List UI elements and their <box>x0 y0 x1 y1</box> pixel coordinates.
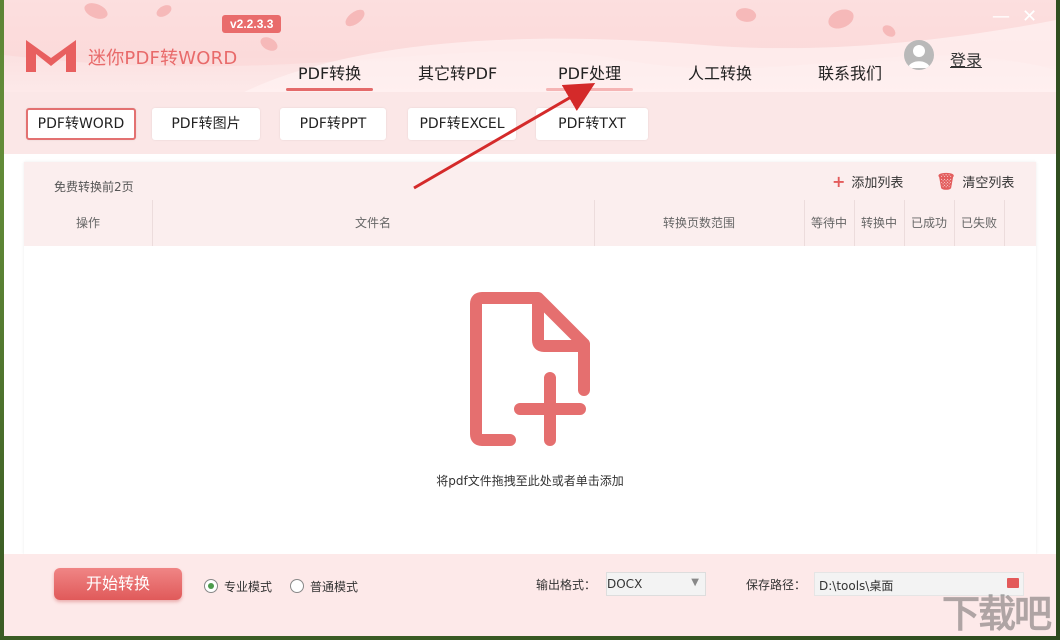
nav-other-to-pdf[interactable]: 其它转PDF <box>418 60 497 84</box>
output-format-label: 输出格式： <box>536 578 597 592</box>
clear-list-label: 清空列表 <box>962 176 1015 191</box>
mode-normal-label: 普通模式 <box>310 580 359 594</box>
subtab-pdf-to-txt[interactable]: PDF转TXT <box>536 108 648 140</box>
close-icon[interactable]: ✕ <box>1022 8 1037 26</box>
column-header-failed: 已失败 <box>960 216 997 230</box>
app-name: 迷你PDF转WORD <box>88 48 238 69</box>
avatar-icon[interactable] <box>904 40 934 70</box>
watermark: 下载吧 <box>941 592 1052 636</box>
output-format-value: DOCX <box>607 577 643 591</box>
subtab-bar: PDF转WORD PDF转图片 PDF转PPT PDF转EXCEL PDF转TX… <box>4 92 1056 154</box>
mode-normal-radio[interactable]: 普通模式 <box>290 578 358 595</box>
nav-contact-us[interactable]: 联系我们 <box>818 60 882 84</box>
mode-pro-radio[interactable]: 专业模式 <box>204 578 272 595</box>
column-header-success: 已成功 <box>910 216 947 230</box>
nav-pdf-convert[interactable]: PDF转换 <box>285 60 374 91</box>
version-badge: v2.2.3.3 <box>222 15 282 33</box>
start-convert-button[interactable]: 开始转换 <box>54 568 182 600</box>
column-header-converting: 转换中 <box>860 216 897 230</box>
window-controls: — ✕ <box>992 8 1042 28</box>
add-file-icon[interactable] <box>468 290 598 452</box>
add-list-label: 添加列表 <box>851 176 904 191</box>
save-path-label: 保存路径： <box>746 578 807 592</box>
nav-pdf-process[interactable]: PDF处理 <box>545 60 634 91</box>
output-format-select[interactable]: DOCX ▼ <box>606 572 706 596</box>
save-path-value: D:\tools\桌面 <box>819 579 894 593</box>
subtab-pdf-to-ppt[interactable]: PDF转PPT <box>280 108 386 140</box>
subtab-pdf-to-image[interactable]: PDF转图片 <box>152 108 260 140</box>
panel-toolbar: 免费转换前2页 + 添加列表 🗑 清空列表 <box>24 162 1036 200</box>
app-window: 迷你PDF转WORD v2.2.3.3 PDF转换 其它转PDF PDF处理 人… <box>4 0 1056 636</box>
subtab-pdf-to-word[interactable]: PDF转WORD <box>26 108 136 140</box>
login-link[interactable]: 登录 <box>950 47 982 71</box>
mode-pro-label: 专业模式 <box>224 580 273 594</box>
radio-unchecked-icon <box>290 579 304 593</box>
header: 迷你PDF转WORD v2.2.3.3 PDF转换 其它转PDF PDF处理 人… <box>4 0 1056 92</box>
table-header: 操作 文件名 转换页数范围 等待中 转换中 已成功 已失败 <box>24 200 1036 247</box>
column-header-waiting: 等待中 <box>810 216 847 230</box>
clear-list-button[interactable]: 🗑 清空列表 <box>936 172 1014 191</box>
column-header-filename: 文件名 <box>354 216 391 230</box>
file-list-panel: 免费转换前2页 + 添加列表 🗑 清空列表 操作 文件名 转换页数范围 等待中 转换… <box>24 162 1036 554</box>
column-header-action: 操作 <box>75 216 100 230</box>
free-note: 免费转换前2页 <box>54 180 134 194</box>
app-logo <box>26 40 76 72</box>
chevron-down-icon: ▼ <box>691 577 699 588</box>
drop-zone[interactable]: 将pdf文件拖拽至此处或者单击添加 <box>24 246 1036 554</box>
nav-manual-convert[interactable]: 人工转换 <box>688 60 752 84</box>
radio-checked-icon <box>204 579 218 593</box>
add-list-button[interactable]: + 添加列表 <box>832 172 903 191</box>
minimize-icon[interactable]: — <box>992 8 1010 26</box>
subtab-pdf-to-excel[interactable]: PDF转EXCEL <box>408 108 516 140</box>
bottom-bar: 开始转换 专业模式 普通模式 输出格式： DOCX ▼ 保存路径： D:\too… <box>4 554 1056 636</box>
plus-icon: + <box>832 172 846 191</box>
drop-hint: 将pdf文件拖拽至此处或者单击添加 <box>436 474 624 488</box>
trash-icon: 🗑 <box>936 172 957 191</box>
column-header-page-range: 转换页数范围 <box>662 216 735 230</box>
